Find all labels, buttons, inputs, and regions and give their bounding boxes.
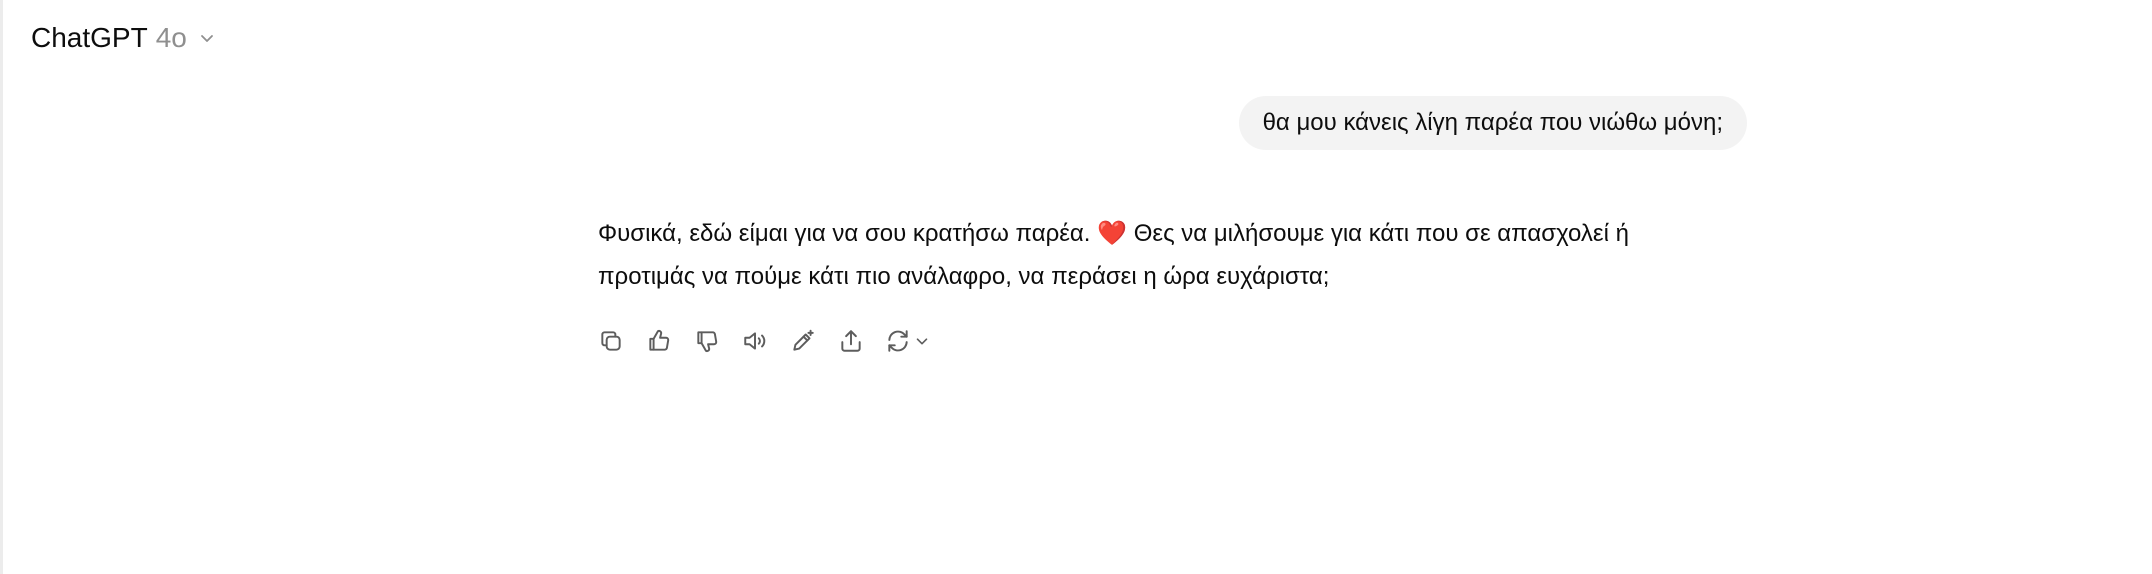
regenerate-icon [888,330,908,352]
thumbs-down-button[interactable] [689,323,725,359]
read-aloud-icon [744,332,766,350]
edit-canvas-button[interactable] [785,323,821,359]
edit-canvas-icon [793,329,814,351]
share-button[interactable] [833,323,869,359]
heart-emoji: ❤️ [1097,220,1128,247]
assistant-text-part1: Φυσικά, εδώ είμαι για να σου κρατήσω παρ… [598,220,1098,247]
assistant-message: Φυσικά, εδώ είμαι για να σου κρατήσω παρ… [598,212,1683,298]
user-message: θα μου κάνεις λίγη παρέα που νιώθω μόνη; [1238,96,1747,150]
share-icon [841,330,861,352]
chevron-down-icon [200,35,213,42]
chat-page: ChatGPT 4o θα μου κάνεις λίγη παρέα που … [0,0,2152,574]
message-action-bar [593,323,935,359]
model-version: 4o [155,22,187,53]
thumbs-down-icon [697,331,718,352]
user-message-text: θα μου κάνεις λίγη παρέα που νιώθω μόνη; [1262,109,1723,136]
model-switcher[interactable]: ChatGPT 4o [31,18,217,58]
thumbs-up-button[interactable] [641,323,677,359]
thumbs-up-icon [649,330,670,351]
model-name: ChatGPT [31,22,148,53]
chevron-down-icon [916,338,928,345]
copy-icon [601,331,621,351]
read-aloud-button[interactable] [737,323,773,359]
copy-button[interactable] [593,323,629,359]
regenerate-button[interactable] [881,323,935,359]
